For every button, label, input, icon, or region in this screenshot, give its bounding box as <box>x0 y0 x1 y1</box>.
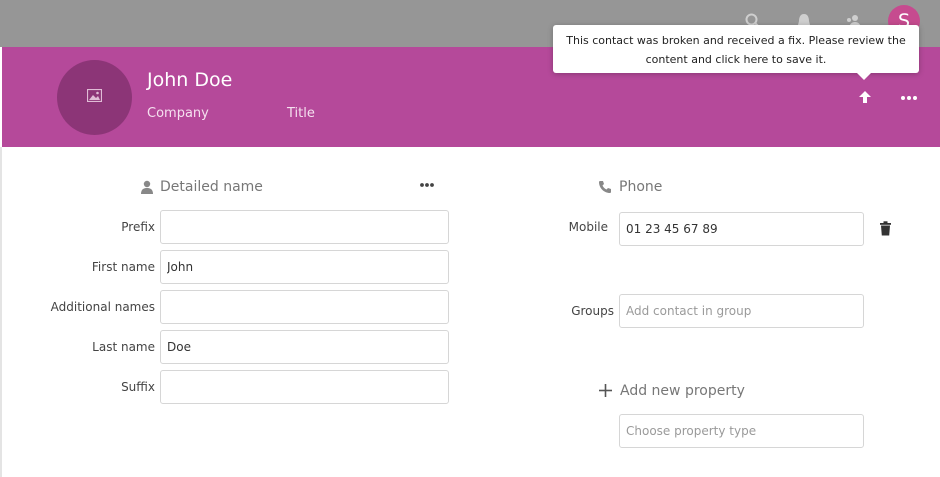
last-name-field[interactable] <box>160 330 449 364</box>
additional-names-label: Additional names <box>50 300 155 314</box>
detailed-name-title: Detailed name <box>160 179 263 195</box>
prefix-label: Prefix <box>121 220 155 234</box>
more-icon[interactable] <box>898 87 920 109</box>
phone-icon <box>599 181 611 193</box>
contact-company[interactable]: Company <box>147 106 209 121</box>
last-name-label: Last name <box>92 340 155 354</box>
plus-icon[interactable] <box>599 384 612 397</box>
mobile-field[interactable] <box>619 212 864 246</box>
suffix-field[interactable] <box>160 370 449 404</box>
groups-label: Groups <box>571 304 614 318</box>
first-name-field[interactable] <box>160 250 449 284</box>
first-name-label: First name <box>91 260 155 274</box>
add-property-label[interactable]: Add new property <box>620 383 745 399</box>
groups-field[interactable] <box>619 294 864 328</box>
property-type-field[interactable] <box>619 414 864 448</box>
suffix-label: Suffix <box>121 380 155 394</box>
phone-title: Phone <box>619 179 663 195</box>
left-divider <box>0 147 2 477</box>
upload-arrow-icon[interactable] <box>854 87 876 109</box>
more-icon[interactable] <box>418 178 436 192</box>
person-icon <box>141 180 153 194</box>
trash-icon[interactable] <box>879 221 892 236</box>
contact-avatar[interactable] <box>57 60 132 135</box>
contact-name[interactable]: John Doe <box>147 69 232 91</box>
fix-tooltip[interactable]: This contact was broken and received a f… <box>553 25 919 80</box>
additional-names-field[interactable] <box>160 290 449 324</box>
mobile-label: Mobile <box>568 220 608 234</box>
contact-title[interactable]: Title <box>287 106 315 121</box>
prefix-field[interactable] <box>160 210 449 244</box>
image-icon <box>87 89 102 102</box>
